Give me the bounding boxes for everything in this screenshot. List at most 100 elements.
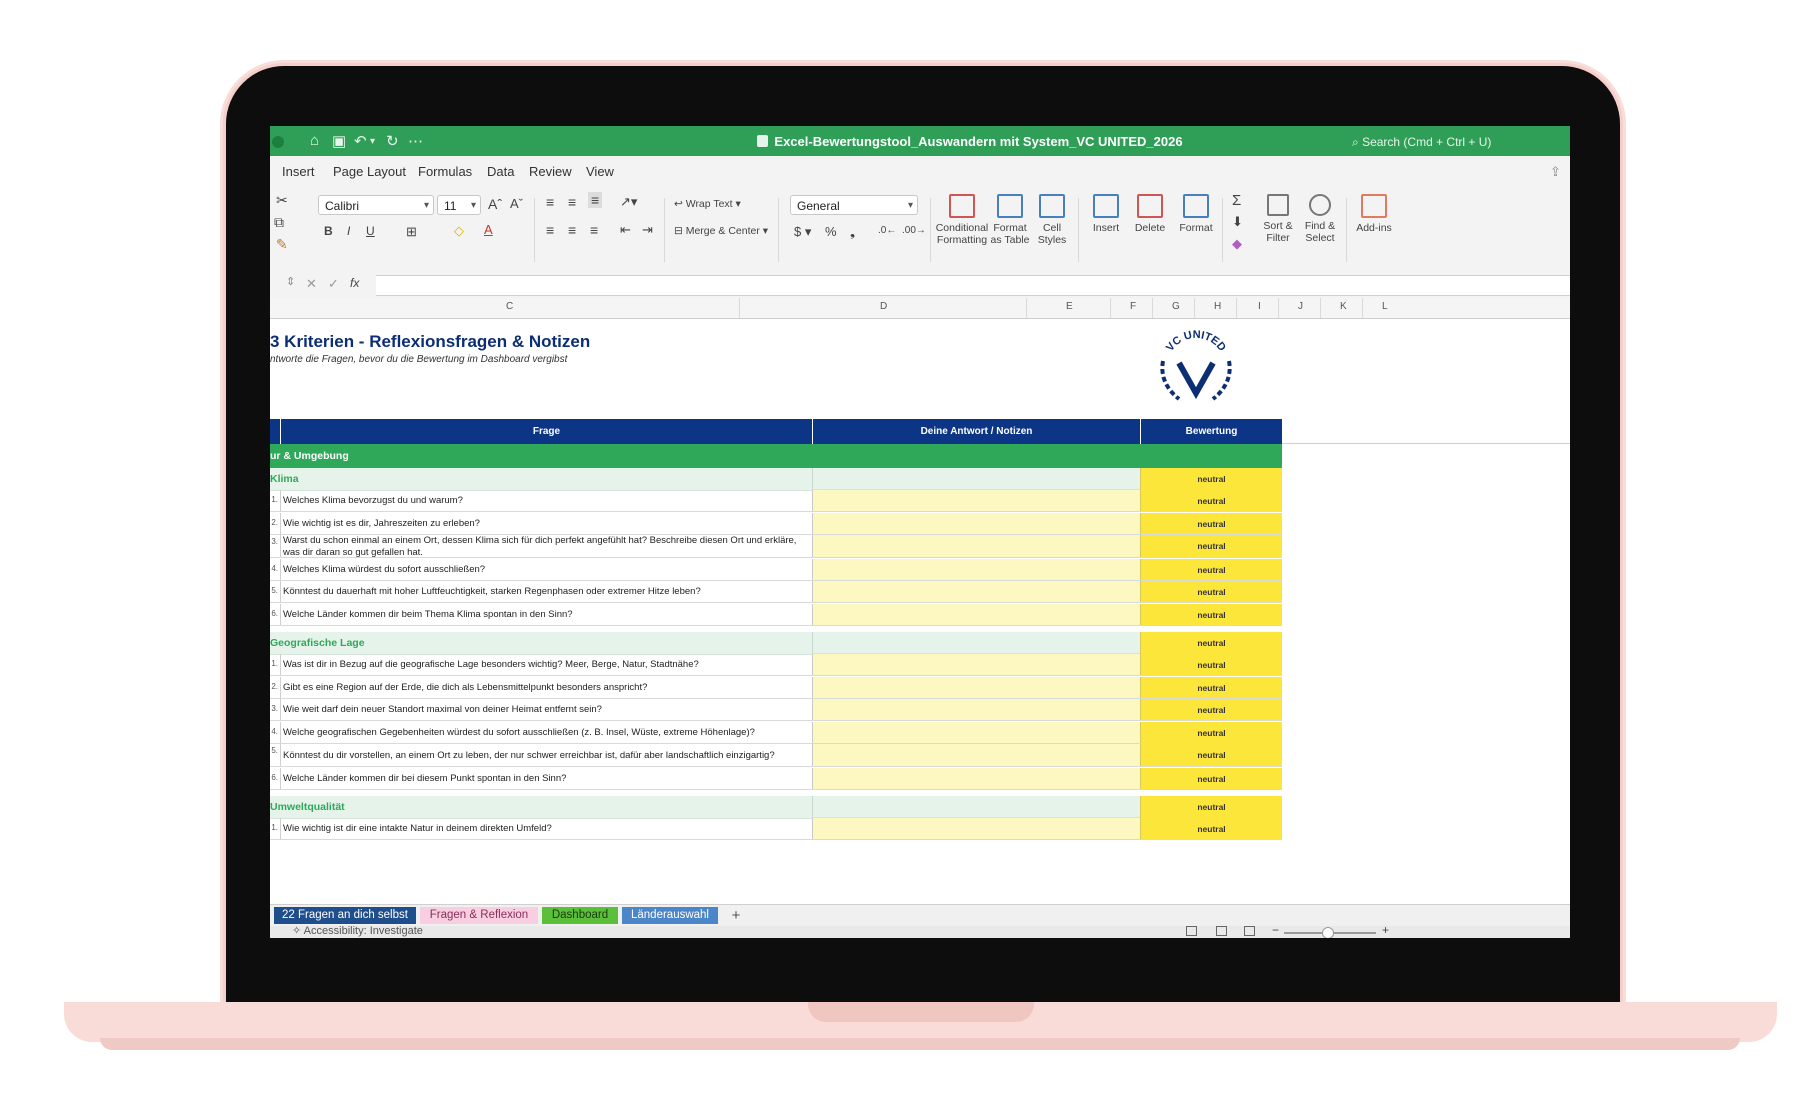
cut-icon[interactable]: ✂ [276, 192, 288, 209]
fill-color-icon[interactable]: ◇ [454, 223, 464, 239]
column-g[interactable]: G [1172, 301, 1180, 312]
category-answer-cell[interactable] [812, 796, 1140, 818]
rating-badge[interactable]: neutral [1140, 676, 1282, 699]
question-text[interactable]: Wie wichtig ist dir eine intakte Natur i… [280, 818, 810, 840]
rating-badge[interactable]: neutral [1140, 535, 1282, 558]
question-text[interactable]: Könntest du dir vorstellen, an einem Ort… [280, 744, 810, 767]
insert-cells-button[interactable]: Insert [1084, 194, 1128, 234]
column-l[interactable]: L [1382, 301, 1388, 312]
decrease-indent-icon[interactable]: ⇤ [620, 222, 631, 238]
format-as-table-button[interactable]: Format as Table [988, 194, 1032, 246]
answer-cell[interactable] [812, 654, 1140, 676]
answer-cell[interactable] [812, 767, 1140, 790]
answer-cell[interactable] [812, 512, 1140, 535]
rating-badge[interactable]: neutral [1140, 721, 1282, 744]
answer-cell[interactable] [812, 699, 1140, 721]
answer-cell[interactable] [812, 676, 1140, 699]
wrap-text-button[interactable]: ↩ Wrap Text ▾ [674, 198, 741, 210]
home-icon[interactable]: ⌂ [310, 132, 319, 149]
question-text[interactable]: Welches Klima würdest du sofort ausschli… [280, 558, 810, 581]
question-text[interactable]: Wie weit darf dein neuer Standort maxima… [280, 699, 810, 721]
format-cells-button[interactable]: Format [1174, 194, 1218, 234]
question-text[interactable]: Welche Länder kommen dir beim Thema Klim… [280, 603, 810, 626]
formula-input[interactable] [376, 275, 1570, 296]
undo-dropdown-icon[interactable]: ▾ [370, 136, 375, 147]
orientation-icon[interactable]: ↗▾ [620, 194, 637, 210]
redo-icon[interactable]: ↻ [386, 132, 399, 150]
answer-cell[interactable] [812, 558, 1140, 581]
menu-data[interactable]: Data [487, 164, 514, 179]
rating-badge[interactable]: neutral [1140, 632, 1282, 654]
comma-icon[interactable]: ❟ [850, 224, 855, 240]
column-h[interactable]: H [1214, 301, 1221, 312]
sort-filter-button[interactable]: Sort & Filter [1258, 194, 1298, 244]
question-text[interactable]: Wie wichtig ist es dir, Jahreszeiten zu … [280, 512, 810, 535]
confirm-icon[interactable]: ✓ [328, 276, 339, 292]
cancel-icon[interactable]: ✕ [306, 276, 317, 292]
rating-badge[interactable]: neutral [1140, 468, 1282, 490]
answer-cell[interactable] [812, 490, 1140, 512]
addins-button[interactable]: Add-ins [1352, 194, 1396, 234]
align-left-icon[interactable]: ≡ [546, 222, 554, 238]
category-answer-cell[interactable] [812, 468, 1140, 490]
answer-cell[interactable] [812, 744, 1140, 767]
answer-cell[interactable] [812, 721, 1140, 744]
question-text[interactable]: Gibt es eine Region auf der Erde, die di… [280, 676, 810, 699]
align-bottom-icon[interactable]: ≡ [588, 192, 603, 208]
rating-badge[interactable]: neutral [1140, 581, 1282, 603]
align-right-icon[interactable]: ≡ [590, 222, 598, 238]
window-close-button[interactable] [272, 136, 284, 148]
increase-indent-icon[interactable]: ⇥ [642, 222, 653, 238]
category-row[interactable]: Geografische Lage neutral [270, 632, 1282, 655]
italic-icon[interactable]: I [347, 224, 350, 238]
page-break-view-icon[interactable] [1244, 926, 1255, 936]
percent-icon[interactable]: % [825, 224, 837, 239]
tab-22-fragen[interactable]: 22 Fragen an dich selbst [274, 907, 416, 924]
category-row[interactable]: Umweltqualität neutral [270, 796, 1282, 819]
section-row[interactable]: ur & Umgebung [270, 444, 1282, 468]
bold-icon[interactable]: B [324, 224, 333, 238]
answer-cell[interactable] [812, 535, 1140, 558]
font-color-icon[interactable]: A [484, 222, 493, 237]
question-text[interactable]: Welche geografischen Gegebenheiten würde… [280, 721, 810, 744]
rating-badge[interactable]: neutral [1140, 767, 1282, 790]
font-size-select[interactable]: 11 ▾ [437, 195, 481, 215]
column-e[interactable]: E [1066, 301, 1073, 312]
question-text[interactable]: Welches Klima bevorzugst du und warum? [280, 490, 810, 512]
rating-badge[interactable]: neutral [1140, 818, 1282, 840]
rating-badge[interactable]: neutral [1140, 490, 1282, 512]
borders-icon[interactable]: ⊞ [406, 224, 417, 240]
menu-view[interactable]: View [586, 164, 614, 179]
number-format-select[interactable]: General ▾ [790, 195, 918, 215]
answer-cell[interactable] [812, 603, 1140, 626]
tab-laenderauswahl[interactable]: Länderauswahl [622, 907, 718, 924]
underline-icon[interactable]: U [366, 224, 375, 238]
rating-badge[interactable]: neutral [1140, 603, 1282, 626]
menu-formulas[interactable]: Formulas [418, 164, 472, 179]
normal-view-icon[interactable] [1186, 926, 1197, 936]
category-row[interactable]: Klima neutral [270, 468, 1282, 491]
more-icon[interactable]: ⋯ [408, 132, 423, 150]
align-center-icon[interactable]: ≡ [568, 222, 576, 238]
menu-review[interactable]: Review [529, 164, 572, 179]
currency-icon[interactable]: $ ▾ [794, 224, 811, 240]
rating-badge[interactable]: neutral [1140, 744, 1282, 767]
column-i[interactable]: I [1258, 301, 1261, 312]
accessibility-status[interactable]: ✧ Accessibility: Investigate [292, 924, 423, 937]
column-j[interactable]: J [1298, 301, 1303, 312]
question-text[interactable]: Warst du schon einmal an einem Ort, dess… [280, 535, 810, 558]
autosum-icon[interactable]: Σ [1232, 192, 1241, 209]
format-painter-icon[interactable]: ✎ [276, 236, 288, 253]
column-c[interactable]: C [506, 301, 513, 312]
find-select-button[interactable]: Find & Select [1300, 194, 1340, 244]
column-d[interactable]: D [880, 301, 887, 312]
font-name-select[interactable]: Calibri ▾ [318, 195, 434, 215]
copy-icon[interactable]: ⧉ [274, 214, 284, 231]
menu-insert[interactable]: Insert [282, 164, 315, 179]
decrease-decimal-icon[interactable]: .00→ [902, 225, 926, 236]
question-text[interactable]: Was ist dir in Bezug auf die geografisch… [280, 654, 810, 676]
function-icon[interactable]: fx [350, 276, 359, 290]
cell-styles-button[interactable]: Cell Styles [1032, 194, 1072, 246]
question-text[interactable]: Könntest du dauerhaft mit hoher Luftfeuc… [280, 581, 810, 603]
question-text[interactable]: Welche Länder kommen dir bei diesem Punk… [280, 767, 810, 790]
